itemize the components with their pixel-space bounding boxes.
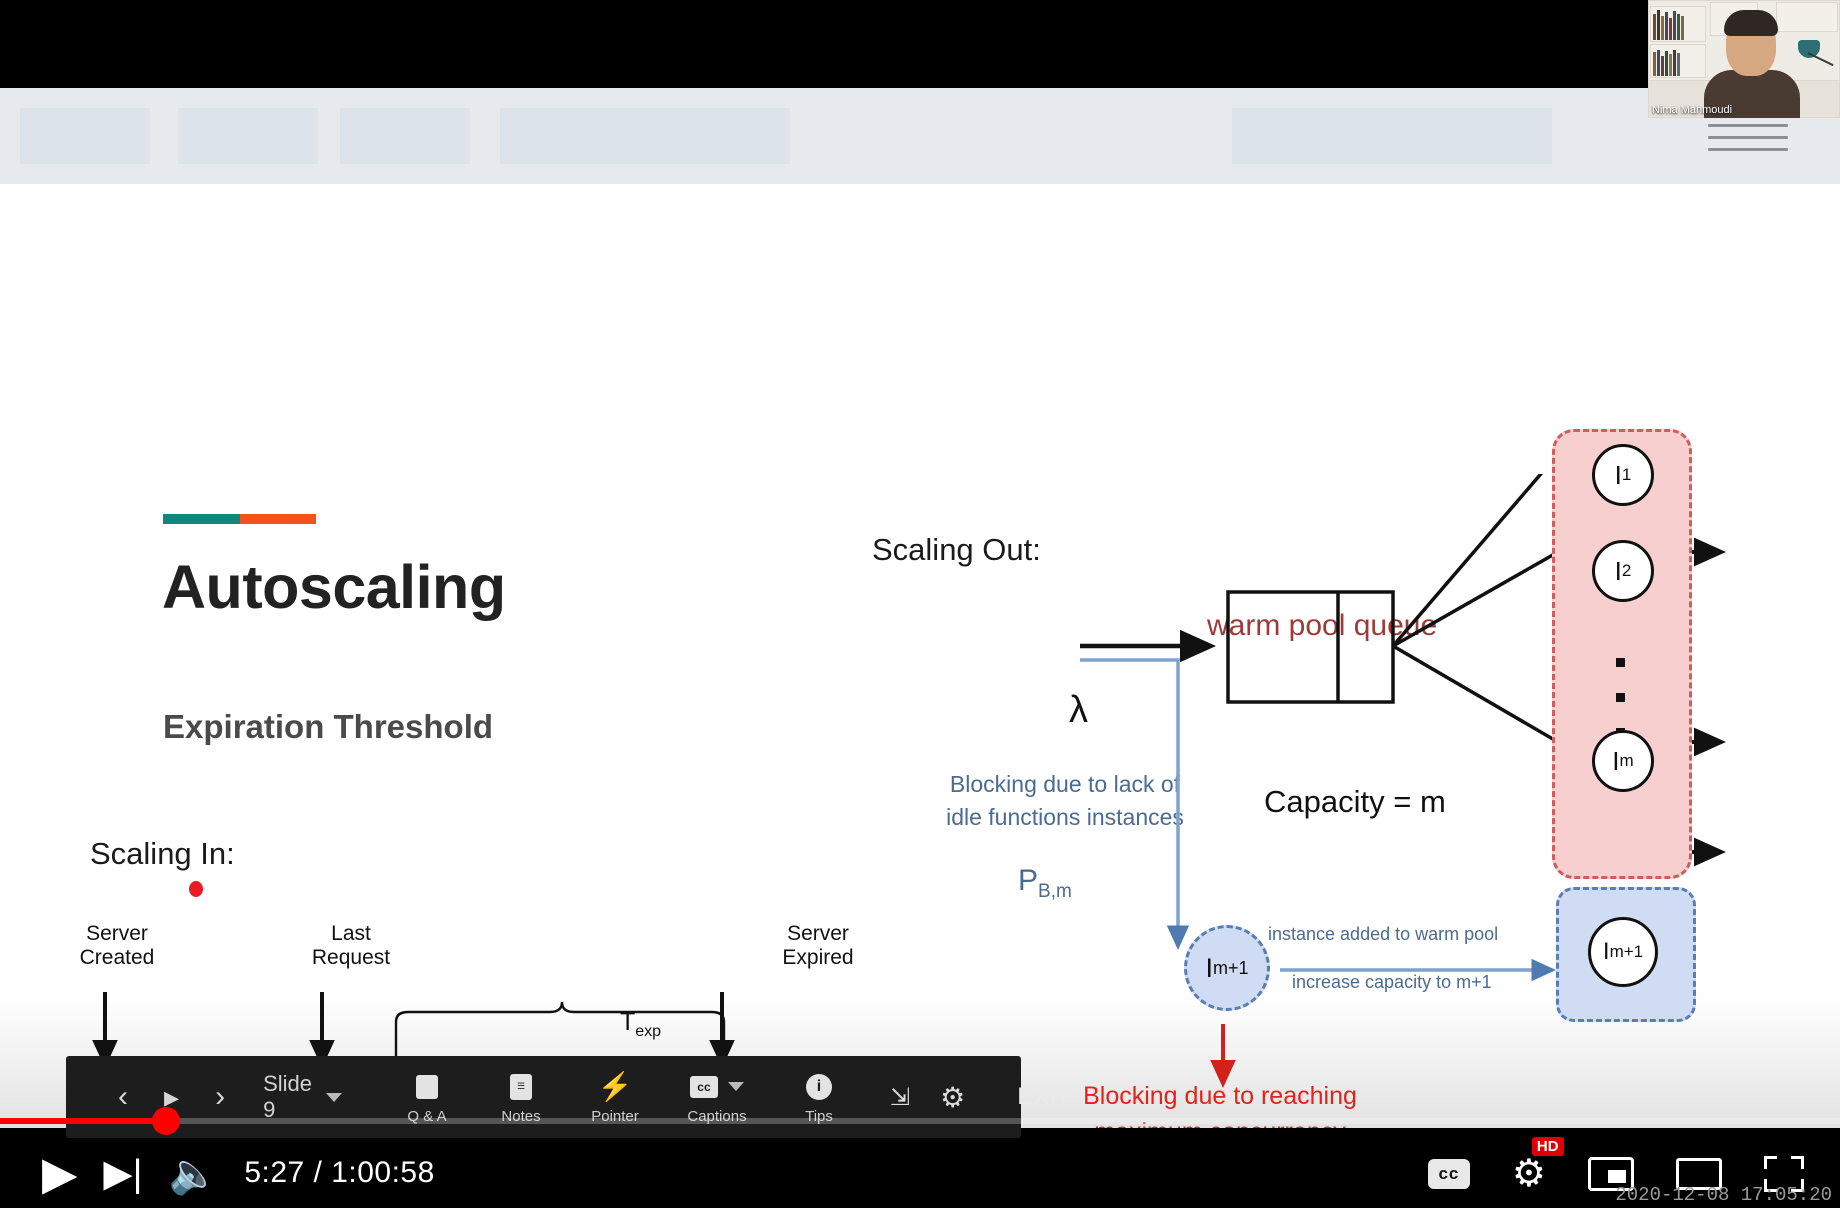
- captions-button[interactable]: cc Captions: [674, 1070, 760, 1125]
- next-track-icon[interactable]: ▶|: [103, 1151, 142, 1196]
- toolbar-placeholder-5: [1232, 108, 1552, 164]
- toolbar-placeholder-1: [20, 108, 150, 164]
- accent-bar-teal: [163, 514, 240, 524]
- label-server-expired: Server Expired: [782, 922, 854, 969]
- slide-indicator-label: Slide 9: [263, 1071, 312, 1122]
- slide-canvas: Autoscaling Expiration Threshold Scaling…: [0, 184, 1840, 1128]
- presenter-name-label: Nima Mahmoudi: [1652, 104, 1733, 116]
- notes-button[interactable]: ☰ Notes: [486, 1070, 556, 1125]
- qa-button[interactable]: Q & A: [392, 1070, 462, 1125]
- toolbar-placeholder-3: [340, 108, 470, 164]
- next-slide-button[interactable]: ›: [215, 1080, 225, 1114]
- slide-selector[interactable]: Slide 9: [263, 1071, 342, 1123]
- tips-button[interactable]: i Tips: [784, 1070, 854, 1125]
- video-letterbox-top: [0, 0, 1840, 88]
- toolbar-placeholder-2: [178, 108, 318, 164]
- qa-icon: [392, 1070, 462, 1104]
- instance-circle-1: I1: [1592, 444, 1654, 506]
- page-title: Autoscaling: [162, 553, 506, 621]
- pointer-button[interactable]: ⚡ Pointer: [580, 1070, 650, 1125]
- laser-pointer-dot: [189, 881, 203, 897]
- gear-icon[interactable]: ⚙: [940, 1081, 965, 1114]
- video-player-controls: ▶ ▶| 🔈 5:27 / 1:00:58 cc ⚙ HD 2020-12-08 …: [0, 1124, 1840, 1208]
- gear-icon[interactable]: ⚙ HD: [1512, 1137, 1564, 1196]
- instance-circle-m: Im: [1592, 730, 1654, 792]
- minimize-icon[interactable]: ⇲: [890, 1083, 910, 1112]
- cc-icon[interactable]: cc: [1427, 1158, 1470, 1189]
- play-icon[interactable]: ▶: [42, 1146, 77, 1200]
- label-server-created: Server Created: [79, 922, 155, 969]
- toolbar-placeholder-4: [500, 108, 790, 164]
- previous-slide-button[interactable]: ‹: [118, 1080, 128, 1114]
- screen-root: Autoscaling Expiration Threshold Scaling…: [0, 0, 1840, 1208]
- note-increase-capacity: increase capacity to m+1: [1292, 972, 1492, 992]
- scaling-in-heading: Scaling In:: [90, 836, 235, 871]
- captions-icon: cc: [674, 1070, 760, 1104]
- title-accent-bar: [163, 514, 316, 524]
- scaling-out-heading: Scaling Out:: [872, 532, 1041, 567]
- presenter-webcam[interactable]: Nima Mahmoudi: [1648, 0, 1840, 118]
- pending-instance-circle: Im+1: [1184, 925, 1270, 1011]
- chevron-down-icon: [325, 1092, 342, 1102]
- slide-subtitle: Expiration Threshold: [163, 708, 494, 745]
- tips-icon: i: [784, 1070, 854, 1104]
- accent-bar-orange: [239, 514, 316, 524]
- notes-icon: ☰: [486, 1070, 556, 1104]
- menu-icon[interactable]: [1708, 124, 1788, 151]
- presentation-viewer: Autoscaling Expiration Threshold Scaling…: [0, 88, 1840, 1128]
- hd-badge: HD: [1531, 1137, 1564, 1156]
- viewer-toolbar: [0, 88, 1840, 184]
- recording-timestamp: 2020-12-08 17:05:20: [1615, 1184, 1832, 1206]
- time-display: 5:27 / 1:00:58: [244, 1156, 435, 1189]
- label-last-request: Last Request: [311, 922, 391, 969]
- note-instance-added: instance added to warm pool: [1268, 924, 1499, 944]
- volume-icon[interactable]: 🔈: [169, 1150, 219, 1197]
- exit-button[interactable]: EXIT: [1017, 1083, 1070, 1111]
- queue-diagram: [1080, 474, 1726, 1088]
- presentation-tools: Q & A ☰ Notes ⚡ Pointer cc Captions i Ti…: [392, 1070, 854, 1125]
- instance-circle-2: I2: [1592, 540, 1654, 602]
- label-t-exp: Texp: [620, 1008, 662, 1040]
- instance-circle-m-plus-1: Im+1: [1588, 917, 1658, 987]
- pointer-icon: ⚡: [597, 1070, 633, 1102]
